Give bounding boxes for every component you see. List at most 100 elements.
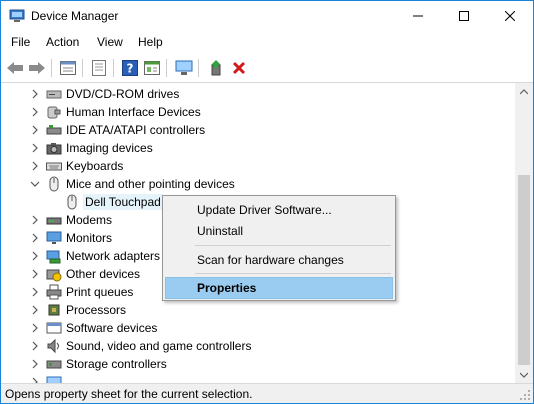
context-item-update-driver[interactable]: Update Driver Software... bbox=[165, 199, 393, 221]
tree-row-software[interactable]: Software devices bbox=[1, 319, 515, 337]
tree-row-hid[interactable]: Human Interface Devices bbox=[1, 103, 515, 121]
chevron-right-icon[interactable] bbox=[30, 107, 40, 117]
tree-label: Modems bbox=[66, 213, 113, 227]
software-device-icon bbox=[46, 322, 62, 334]
hid-icon bbox=[47, 106, 61, 119]
update-driver-icon bbox=[211, 60, 221, 76]
forward-button[interactable] bbox=[27, 58, 47, 78]
scroll-down-button[interactable] bbox=[515, 366, 533, 383]
scroll-up-button[interactable] bbox=[515, 83, 533, 100]
mouse-icon bbox=[67, 194, 77, 210]
title-bar: Device Manager bbox=[1, 1, 533, 31]
toolbar-separator bbox=[82, 59, 83, 77]
context-item-label: Uninstall bbox=[197, 224, 244, 238]
chevron-right-icon[interactable] bbox=[30, 161, 40, 171]
tree-label: Sound, video and game controllers bbox=[66, 339, 252, 353]
network-adapter-icon bbox=[46, 250, 61, 264]
update-driver-button[interactable] bbox=[206, 58, 226, 78]
tree-row-processors[interactable]: Processors bbox=[1, 301, 515, 319]
tree-label: Keyboards bbox=[66, 159, 124, 173]
tree-label: Network adapters bbox=[66, 249, 161, 263]
device-list-button[interactable] bbox=[89, 58, 109, 78]
other-devices-icon bbox=[46, 269, 62, 282]
printer-icon bbox=[46, 284, 62, 300]
close-icon bbox=[505, 11, 515, 21]
context-item-properties[interactable]: Properties bbox=[165, 277, 393, 299]
chevron-right-icon[interactable] bbox=[30, 233, 40, 243]
tree-label-selected: Dell Touchpad bbox=[83, 194, 163, 210]
tree-label: Processors bbox=[66, 303, 127, 317]
context-item-label: Scan for hardware changes bbox=[197, 253, 344, 267]
properties-sheet-button[interactable] bbox=[58, 58, 78, 78]
tree-label: Software devices bbox=[66, 321, 158, 335]
chevron-right-icon[interactable] bbox=[30, 305, 40, 315]
tree-row-dvd[interactable]: DVD/CD-ROM drives bbox=[1, 85, 515, 103]
system-devices-icon bbox=[46, 376, 62, 383]
status-text: Opens property sheet for the current sel… bbox=[5, 387, 253, 401]
monitor-icon bbox=[46, 231, 62, 244]
help-button[interactable]: ? bbox=[120, 58, 140, 78]
menu-help[interactable]: Help bbox=[138, 35, 163, 49]
tree-row-ide[interactable]: IDE ATA/ATAPI controllers bbox=[1, 121, 515, 139]
context-item-uninstall[interactable]: Uninstall bbox=[165, 220, 393, 242]
tree-row-storage[interactable]: Storage controllers bbox=[1, 355, 515, 373]
minimize-icon bbox=[413, 15, 423, 17]
tree-row-partial[interactable] bbox=[1, 373, 515, 383]
chevron-right-icon[interactable] bbox=[30, 269, 40, 279]
context-separator bbox=[195, 273, 391, 274]
tree-row-mice[interactable]: Mice and other pointing devices bbox=[1, 175, 515, 193]
menu-view[interactable]: View bbox=[97, 35, 123, 49]
chevron-right-icon[interactable] bbox=[30, 341, 40, 351]
window-title: Device Manager bbox=[31, 9, 119, 23]
storage-controller-icon bbox=[46, 360, 62, 369]
chevron-right-icon[interactable] bbox=[30, 359, 40, 369]
chevron-right-icon[interactable] bbox=[30, 287, 40, 297]
context-item-label: Update Driver Software... bbox=[197, 203, 332, 217]
chevron-right-icon[interactable] bbox=[30, 215, 40, 225]
help-icon: ? bbox=[122, 60, 138, 76]
tree-label: Other devices bbox=[66, 267, 141, 281]
tree-row-sound[interactable]: Sound, video and game controllers bbox=[1, 337, 515, 355]
tree-row-keyboards[interactable]: Keyboards bbox=[1, 157, 515, 175]
back-button[interactable] bbox=[5, 58, 25, 78]
uninstall-button[interactable] bbox=[229, 58, 249, 78]
tree-label: Storage controllers bbox=[66, 357, 167, 371]
context-item-scan[interactable]: Scan for hardware changes bbox=[165, 249, 393, 271]
chevron-right-icon[interactable] bbox=[30, 251, 40, 261]
ide-controller-icon bbox=[46, 125, 62, 135]
scan-hardware-button[interactable] bbox=[174, 58, 194, 78]
maximize-button[interactable] bbox=[441, 1, 487, 31]
vertical-scrollbar[interactable] bbox=[515, 83, 533, 383]
tree-row-imaging[interactable]: Imaging devices bbox=[1, 139, 515, 157]
maximize-icon bbox=[459, 11, 469, 21]
processor-icon bbox=[48, 304, 60, 316]
close-button[interactable] bbox=[487, 1, 533, 31]
scroll-thumb[interactable] bbox=[518, 175, 530, 365]
chevron-right-icon[interactable] bbox=[30, 125, 40, 135]
chevron-down-icon[interactable] bbox=[30, 179, 40, 189]
tree-label: Mice and other pointing devices bbox=[66, 177, 235, 191]
chevron-right-icon[interactable] bbox=[30, 89, 40, 99]
chevron-up-icon bbox=[520, 88, 528, 94]
chevron-right-icon[interactable] bbox=[30, 323, 40, 333]
modem-icon bbox=[46, 217, 62, 225]
tree-label: DVD/CD-ROM drives bbox=[66, 87, 180, 101]
menu-file[interactable]: File bbox=[11, 35, 30, 49]
status-bar: Opens property sheet for the current sel… bbox=[1, 383, 533, 403]
menu-action[interactable]: Action bbox=[46, 35, 79, 49]
speaker-icon bbox=[47, 338, 59, 354]
toolbar: ? bbox=[1, 53, 533, 83]
toolbar-separator bbox=[113, 59, 114, 77]
minimize-button[interactable] bbox=[395, 1, 441, 31]
device-manager-icon bbox=[9, 9, 25, 23]
context-item-label: Properties bbox=[197, 281, 257, 295]
back-arrow-icon bbox=[7, 62, 23, 74]
view-button[interactable] bbox=[142, 58, 162, 78]
context-menu: Update Driver Software... Uninstall Scan… bbox=[162, 195, 396, 301]
chevron-right-icon[interactable] bbox=[30, 143, 40, 153]
resize-grip-icon[interactable] bbox=[519, 389, 531, 401]
forward-arrow-icon bbox=[29, 62, 45, 74]
tree-label: Imaging devices bbox=[66, 141, 153, 155]
chevron-down-icon bbox=[520, 372, 528, 378]
toolbar-separator bbox=[51, 59, 52, 77]
